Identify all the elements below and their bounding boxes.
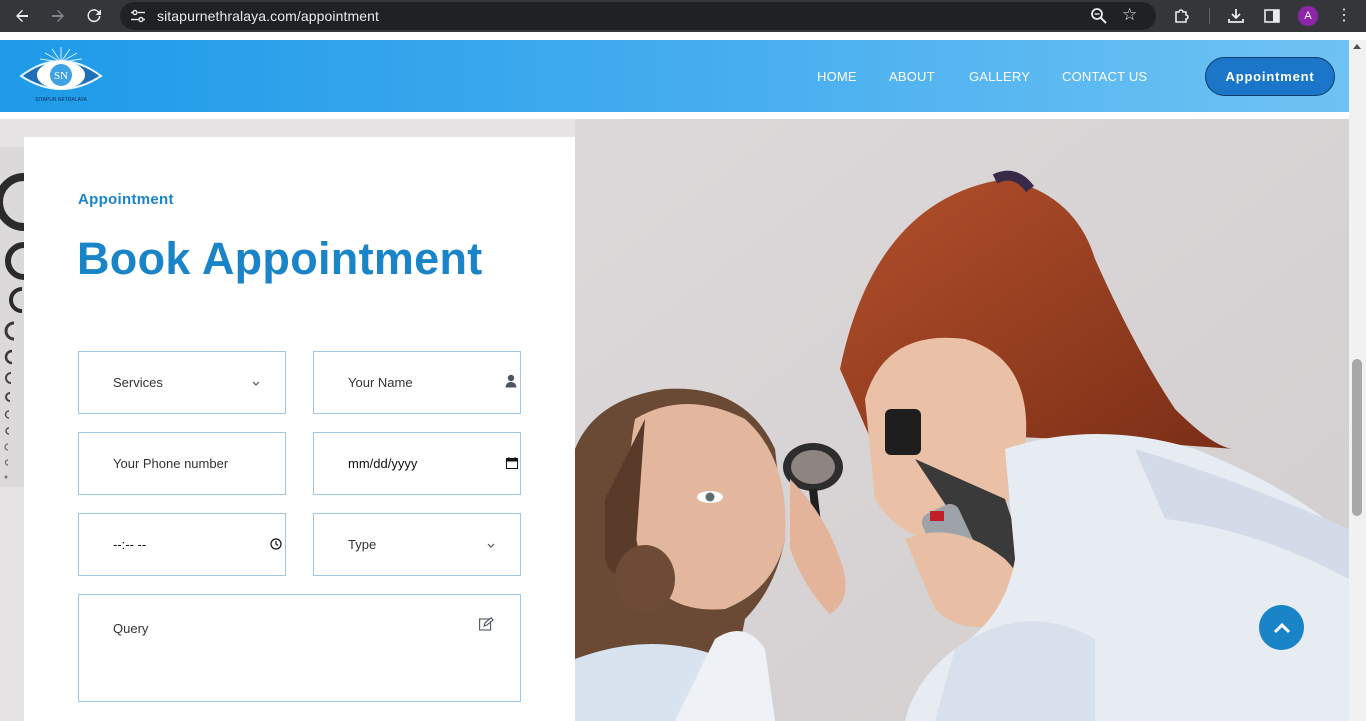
logo-initials: SN — [54, 70, 68, 82]
name-placeholder: Your Name — [348, 375, 413, 390]
query-textarea[interactable]: Query — [78, 594, 521, 702]
date-placeholder: mm/dd/yyyy — [348, 456, 418, 471]
appointment-form-card: Appointment Book Appointment Services Yo… — [24, 137, 575, 721]
puzzle-icon[interactable] — [1172, 6, 1192, 26]
page-title: Book Appointment — [77, 233, 483, 284]
reload-button[interactable] — [82, 4, 106, 28]
section-eyebrow: Appointment — [78, 191, 174, 208]
calendar-icon[interactable] — [506, 457, 518, 469]
eye-exam-illustration — [575, 119, 1349, 721]
scroll-to-top-button[interactable] — [1259, 605, 1304, 650]
logo-text: SITAPUR NETRALAYA — [35, 97, 87, 103]
chevron-down-icon — [252, 381, 260, 386]
time-field[interactable]: --:-- -- — [78, 513, 286, 576]
back-button[interactable] — [10, 4, 34, 28]
scroll-up-arrow[interactable] — [1353, 44, 1361, 49]
scrollbar-thumb[interactable] — [1352, 359, 1362, 516]
phone-placeholder: Your Phone number — [113, 456, 229, 471]
chevron-up-icon — [1273, 622, 1290, 633]
eye-chart-image — [0, 147, 24, 487]
magnifier-icon[interactable] — [1090, 7, 1108, 25]
type-label: Type — [348, 537, 377, 552]
phone-field[interactable]: Your Phone number — [78, 432, 286, 495]
site-header: SN SITAPUR NETRALAYA HOME ABOUT GALLERY … — [0, 40, 1349, 112]
arrow-left-icon — [16, 9, 28, 22]
date-field[interactable]: mm/dd/yyyy — [313, 432, 521, 495]
services-select[interactable]: Services — [78, 351, 286, 414]
star-icon[interactable]: ☆ — [1122, 5, 1137, 25]
name-field[interactable]: Your Name — [313, 351, 521, 414]
forward-button[interactable] — [46, 4, 70, 28]
services-label: Services — [113, 375, 163, 390]
user-icon — [505, 374, 517, 388]
query-placeholder: Query — [113, 621, 149, 636]
time-placeholder: --:-- -- — [113, 537, 147, 552]
tune-icon[interactable] — [130, 8, 146, 24]
url-text[interactable]: sitapurnethralaya.com/appointment — [157, 8, 379, 24]
nav-gallery[interactable]: GALLERY — [969, 69, 1030, 84]
reload-icon — [87, 9, 101, 23]
eye-exam-photo — [575, 119, 1349, 721]
header-divider — [0, 112, 1349, 119]
download-icon[interactable] — [1226, 6, 1246, 26]
toolbar-separator — [1209, 8, 1210, 24]
nav-about[interactable]: ABOUT — [889, 69, 935, 84]
nav-home[interactable]: HOME — [817, 69, 857, 84]
side-panel-icon[interactable] — [1262, 6, 1282, 26]
clock-icon[interactable] — [270, 538, 282, 550]
nav-contact-us[interactable]: CONTACT US — [1062, 69, 1147, 84]
address-bar[interactable]: sitapurnethralaya.com/appointment ☆ — [120, 2, 1156, 30]
appointment-button[interactable]: Appointment — [1205, 57, 1335, 96]
arrow-right-icon — [52, 9, 64, 22]
site-logo[interactable]: SN SITAPUR NETRALAYA — [18, 44, 104, 106]
profile-avatar[interactable]: A — [1298, 6, 1318, 26]
edit-icon — [479, 617, 494, 631]
browser-toolbar: sitapurnethralaya.com/appointment ☆ A ⋮ — [0, 0, 1366, 32]
kebab-icon[interactable]: ⋮ — [1336, 6, 1352, 26]
type-select[interactable]: Type — [313, 513, 521, 576]
chevron-down-icon — [487, 543, 495, 548]
